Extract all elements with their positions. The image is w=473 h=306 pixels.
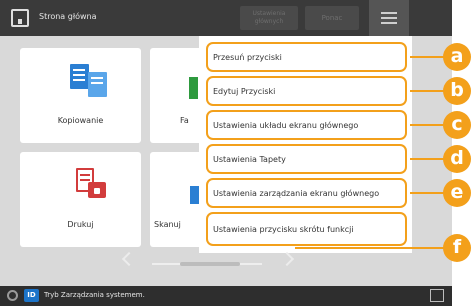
- tile-label: Drukuj: [67, 220, 94, 229]
- gear-icon: [7, 290, 18, 301]
- top-bar: Strona główna Ustawienia głównych Ponac: [0, 0, 452, 36]
- callout-badge-a: a: [443, 43, 471, 71]
- page-scroll-thumb[interactable]: [180, 262, 240, 266]
- status-text: Tryb Zarządzania systemem.: [44, 291, 145, 299]
- tile-copy[interactable]: Kopiowanie: [20, 48, 141, 143]
- leader-line-a: [410, 56, 444, 58]
- page-right-arrow-icon[interactable]: [279, 251, 295, 267]
- callout-badge-b: b: [443, 77, 471, 105]
- leader-line-f: [295, 247, 445, 249]
- home-icon[interactable]: [11, 9, 29, 27]
- home-menu-dropdown: Przesuń przyciski Edytuj Przyciski Ustaw…: [199, 36, 412, 253]
- menu-item-label: Przesuń przyciski: [213, 52, 282, 62]
- menu-item-move-buttons[interactable]: Przesuń przyciski: [206, 42, 407, 72]
- menu-item-wallpaper-settings[interactable]: Ustawienia Tapety: [206, 144, 407, 174]
- menu-item-label: Ustawienia Tapety: [213, 154, 286, 164]
- status-monitor-icon[interactable]: [430, 289, 444, 302]
- fax-icon: [189, 77, 198, 99]
- page-title: Strona główna: [39, 12, 97, 21]
- menu-item-layout-settings[interactable]: Ustawienia układu ekranu głównego: [206, 110, 407, 140]
- copy-icon: [70, 64, 110, 98]
- callout-badge-f: f: [443, 234, 471, 262]
- menu-item-label: Ustawienia przycisku skrótu funkcji: [213, 224, 354, 234]
- lock-icon: [88, 182, 106, 198]
- id-icon: ID: [24, 289, 39, 302]
- leader-line-d: [410, 158, 444, 160]
- hamburger-icon: [381, 12, 397, 14]
- menu-item-management-settings[interactable]: Ustawienia zarządzania ekranu głównego: [206, 178, 407, 208]
- tile-label: Kopiowanie: [57, 116, 104, 125]
- menu-item-label: Edytuj Przyciski: [213, 86, 276, 96]
- menu-item-label: Ustawienia zarządzania ekranu głównego: [213, 188, 380, 198]
- leader-line-b: [410, 90, 444, 92]
- close-button[interactable]: Ponac: [305, 6, 359, 30]
- status-bar: ID Tryb Zarządzania systemem.: [0, 286, 452, 306]
- leader-line-e: [410, 192, 444, 194]
- menu-item-edit-buttons[interactable]: Edytuj Przyciski: [206, 76, 407, 106]
- page-left-arrow-icon[interactable]: [121, 251, 137, 267]
- print-icon: [70, 164, 110, 202]
- callout-badge-e: e: [443, 179, 471, 207]
- device-screen: Strona główna Ustawienia głównych Ponac …: [0, 0, 452, 306]
- leader-line-c: [410, 124, 444, 126]
- menu-item-label: Ustawienia układu ekranu głównego: [213, 120, 359, 130]
- callout-badge-d: d: [443, 145, 471, 173]
- tile-print[interactable]: Drukuj: [20, 152, 141, 247]
- callout-badge-c: c: [443, 111, 471, 139]
- main-settings-button[interactable]: Ustawienia głównych: [240, 6, 298, 30]
- menu-item-shortcut-settings[interactable]: Ustawienia przycisku skrótu funkcji: [206, 212, 407, 246]
- menu-button[interactable]: [369, 0, 409, 36]
